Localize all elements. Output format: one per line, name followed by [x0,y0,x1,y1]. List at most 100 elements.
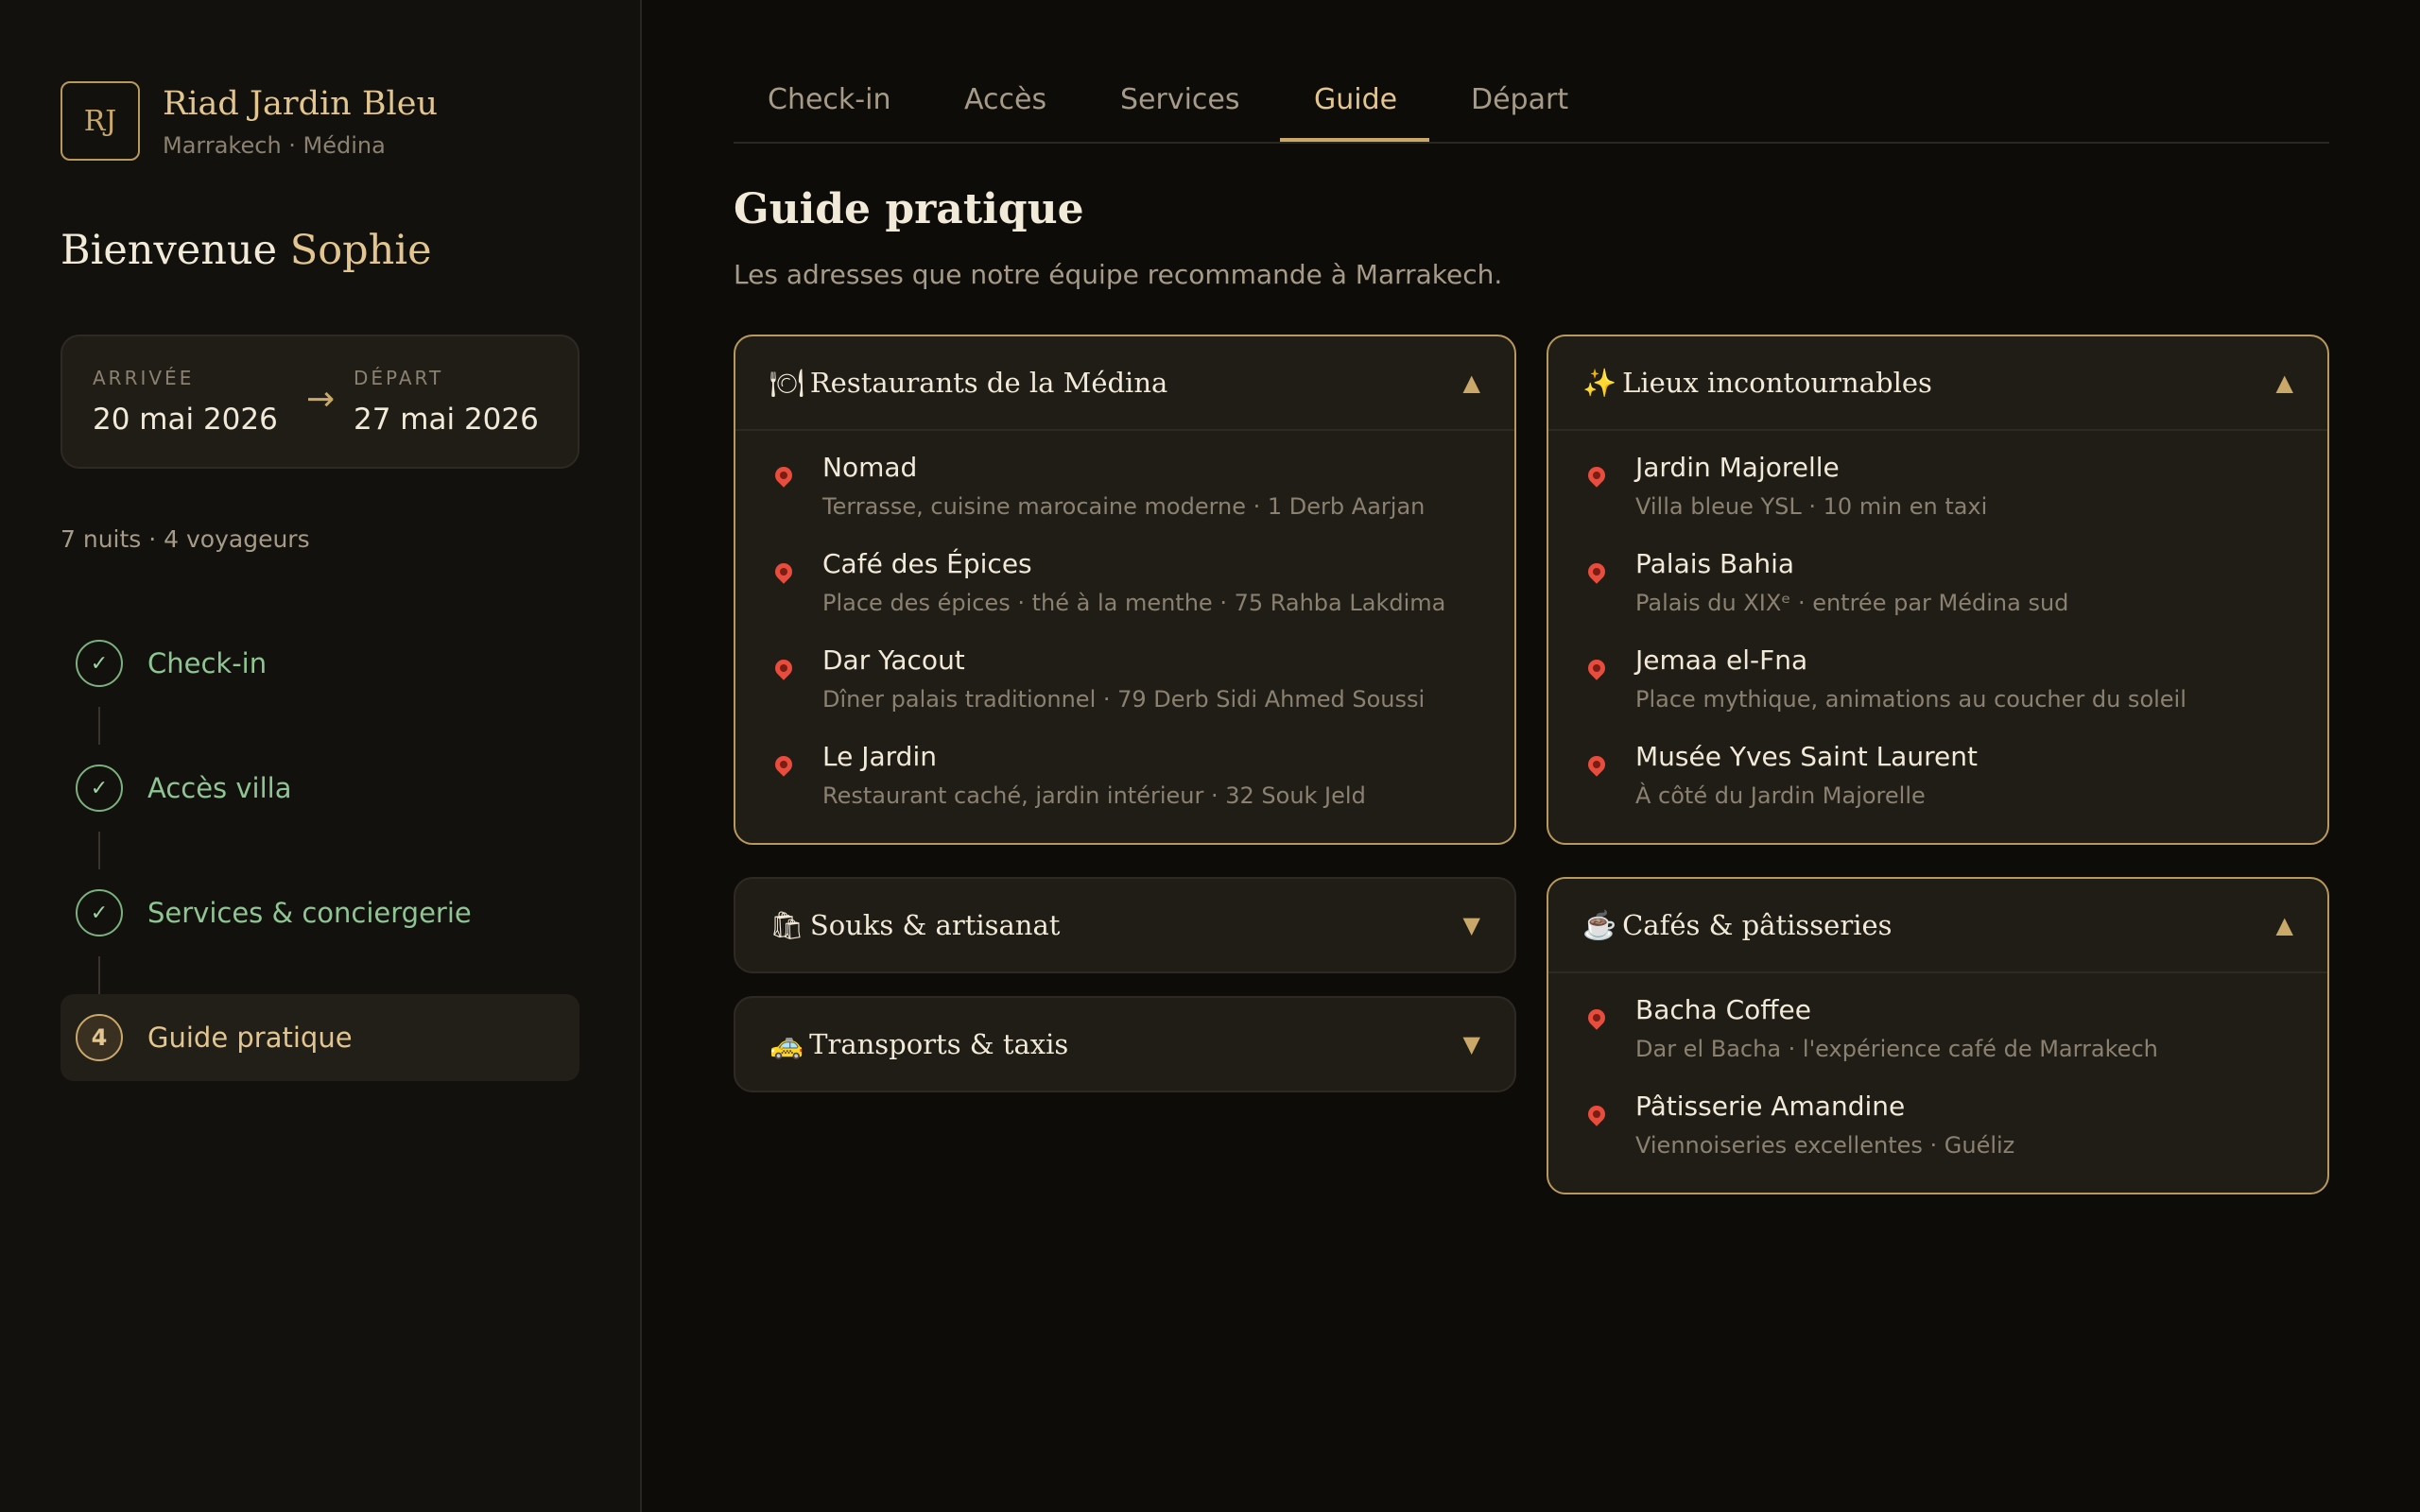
step-check-in[interactable]: ✓ Check-in [60,620,579,707]
chevron-down-icon[interactable]: ▼ [1463,1031,1480,1057]
list-item[interactable]: Jemaa el-Fna Place mythique, animations a… [1582,643,2293,739]
tab-acces[interactable]: Accès [964,83,1046,116]
welcome-heading: Bienvenue Sophie [60,227,432,274]
map-pin-icon [1584,752,1609,777]
list-item[interactable]: Café des Épices Place des épices · thé à … [769,546,1480,643]
place-name: Le Jardin [822,741,937,772]
map-pin-icon [1584,1005,1609,1030]
section-header[interactable]: 🛍 Souks & artisanat ▼ [735,879,1514,971]
departure-date: 27 mai 2026 [354,403,539,437]
plate-icon: 🍽 [769,366,804,399]
departure-label: DÉPART [354,367,444,389]
section-lieux: ✨ Lieux incontournables ▲ Jardin Majorell… [1547,335,2329,845]
stay-dates-card: ARRIVÉE 20 mai 2026 → DÉPART 27 mai 2026 [60,335,579,469]
step-number: 4 [76,1014,123,1061]
shopping-bag-icon: 🛍 [769,908,804,941]
brand: RJ Riad Jardin Bleu Marrakech · Médina [60,81,438,161]
chevron-down-icon[interactable]: ▼ [1463,912,1480,938]
place-description: Dar el Bacha · l'expérience café de Marr… [1635,1036,2158,1062]
section-restaurants: 🍽 Restaurants de la Médina ▲ Nomad Terrass… [734,335,1516,845]
tab-depart[interactable]: Départ [1471,83,1568,116]
map-pin-icon [771,656,796,680]
place-description: Viennoiseries excellentes · Guéliz [1635,1132,2015,1159]
place-name: Palais Bahia [1635,548,1795,579]
step-label: Accès villa [147,772,292,804]
section-cafes: ☕ Cafés & pâtisseries ▲ Bacha Coffee Dar e… [1547,877,2329,1194]
check-icon: ✓ [76,765,123,812]
place-name: Bacha Coffee [1635,994,1811,1025]
place-name: Pâtisserie Amandine [1635,1091,1906,1122]
arrival-label: ARRIVÉE [93,367,195,389]
chevron-up-icon[interactable]: ▲ [1463,369,1480,396]
step-acces-villa[interactable]: ✓ Accès villa [60,745,579,832]
step-label: Guide pratique [147,1022,353,1054]
tab-check-in[interactable]: Check-in [768,83,890,116]
step-services[interactable]: ✓ Services & conciergerie [60,869,579,956]
place-description: Dîner palais traditionnel · 79 Derb Sidi… [822,686,1426,713]
section-header[interactable]: 🚕 Transports & taxis ▼ [735,998,1514,1091]
step-label: Services & conciergerie [147,897,472,929]
brand-name: Riad Jardin Bleu [163,85,439,123]
arrow-right-icon: → [306,380,336,419]
place-description: À côté du Jardin Majorelle [1635,782,1926,809]
active-tab-indicator [1280,138,1429,142]
brand-logo: RJ [60,81,140,161]
place-name: Nomad [822,452,918,483]
brand-location: Marrakech · Médina [163,132,386,159]
section-title: Lieux incontournables [1622,366,1932,399]
tab-guide[interactable]: Guide [1314,83,1397,116]
guest-name: Sophie [289,227,432,274]
list-item[interactable]: Le Jardin Restaurant caché, jardin intéri… [769,739,1480,835]
sidebar: RJ Riad Jardin Bleu Marrakech · Médina B… [0,0,642,1512]
place-description: Place mythique, animations au coucher du… [1635,686,2187,713]
map-pin-icon [771,559,796,584]
map-pin-icon [1584,463,1609,488]
page-title: Guide pratique [734,185,1084,233]
map-pin-icon [771,463,796,488]
map-pin-icon [1584,656,1609,680]
progress-steps: ✓ Check-in ✓ Accès villa ✓ Services & co… [60,620,579,1081]
taxi-icon: 🚕 [769,1027,804,1060]
place-description: Restaurant caché, jardin intérieur · 32 … [822,782,1366,809]
section-souks: 🛍 Souks & artisanat ▼ [734,877,1516,973]
check-icon: ✓ [76,640,123,687]
place-name: Jemaa el-Fna [1635,644,1808,676]
list-item[interactable]: Dar Yacout Dîner palais traditionnel · 79… [769,643,1480,739]
welcome-greeting: Bienvenue [60,227,278,274]
place-name: Musée Yves Saint Laurent [1635,741,1978,772]
list-item[interactable]: Nomad Terrasse, cuisine marocaine moderne… [769,450,1480,546]
arrival-date: 20 mai 2026 [93,403,278,437]
chevron-up-icon[interactable]: ▲ [2276,369,2293,396]
section-title: Souks & artisanat [809,908,1061,941]
place-description: Terrasse, cuisine marocaine moderne · 1 … [822,493,1426,520]
section-title: Restaurants de la Médina [809,366,1168,399]
list-item[interactable]: Bacha Coffee Dar el Bacha · l'expérience … [1582,992,2293,1089]
place-description: Palais du XIXᵉ · entrée par Médina sud [1635,590,2069,616]
check-icon: ✓ [76,889,123,936]
section-header[interactable]: ☕ Cafés & pâtisseries ▲ [1548,879,2327,971]
place-description: Place des épices · thé à la menthe · 75 … [822,590,1446,616]
place-name: Café des Épices [822,548,1032,579]
list-item[interactable]: Pâtisserie Amandine Viennoiseries excelle… [1582,1089,2293,1185]
sparkles-icon: ✨ [1582,366,1617,399]
tab-services[interactable]: Services [1120,83,1240,116]
stay-summary: 7 nuits · 4 voyageurs [60,525,310,553]
tab-bar: Check-in Accès Services Guide Départ [734,66,2329,144]
page-subtitle: Les adresses que notre équipe recommande… [734,259,1503,290]
step-guide-pratique[interactable]: 4 Guide pratique [60,994,579,1081]
list-item[interactable]: Palais Bahia Palais du XIXᵉ · entrée par … [1582,546,2293,643]
map-pin-icon [1584,559,1609,584]
list-item[interactable]: Musée Yves Saint Laurent À côté du Jardin… [1582,739,2293,835]
section-header[interactable]: 🍽 Restaurants de la Médina ▲ [735,336,1514,429]
chevron-up-icon[interactable]: ▲ [2276,912,2293,938]
section-transports: 🚕 Transports & taxis ▼ [734,996,1516,1092]
coffee-icon: ☕ [1582,908,1617,941]
map-pin-icon [1584,1102,1609,1126]
step-connector [60,707,579,745]
section-title: Cafés & pâtisseries [1622,908,1893,941]
section-header[interactable]: ✨ Lieux incontournables ▲ [1548,336,2327,429]
step-label: Check-in [147,647,268,679]
section-title: Transports & taxis [809,1027,1069,1060]
step-connector [60,956,579,994]
list-item[interactable]: Jardin Majorelle Villa bleue YSL · 10 min… [1582,450,2293,546]
